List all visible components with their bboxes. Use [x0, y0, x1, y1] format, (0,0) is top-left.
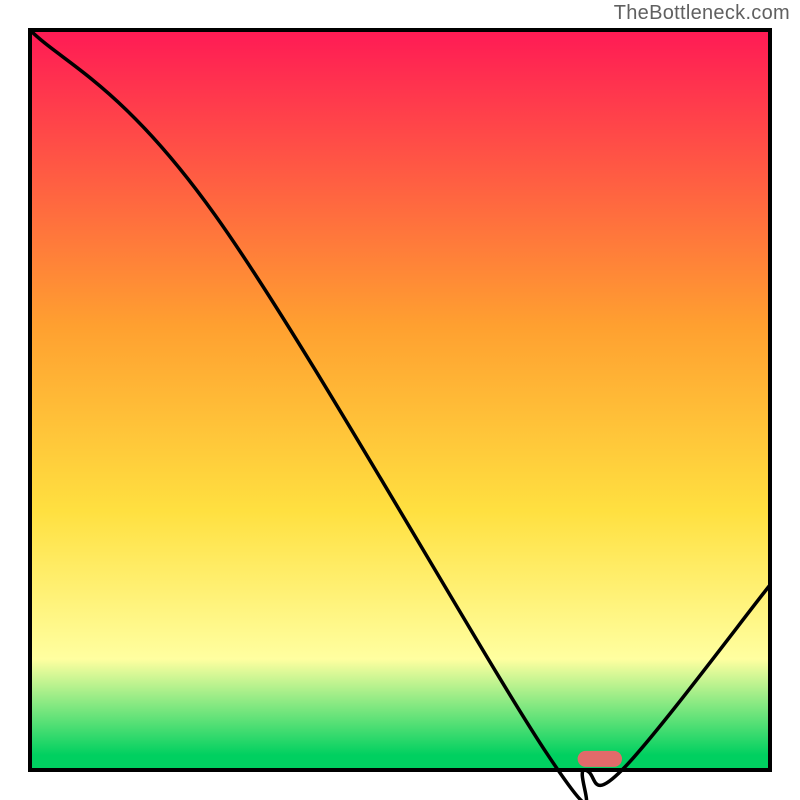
chart-frame: TheBottleneck.com [0, 0, 800, 800]
plot-background [30, 30, 770, 770]
watermark-text: TheBottleneck.com [614, 2, 790, 25]
optimal-marker [578, 751, 622, 767]
bottleneck-chart [0, 0, 800, 800]
